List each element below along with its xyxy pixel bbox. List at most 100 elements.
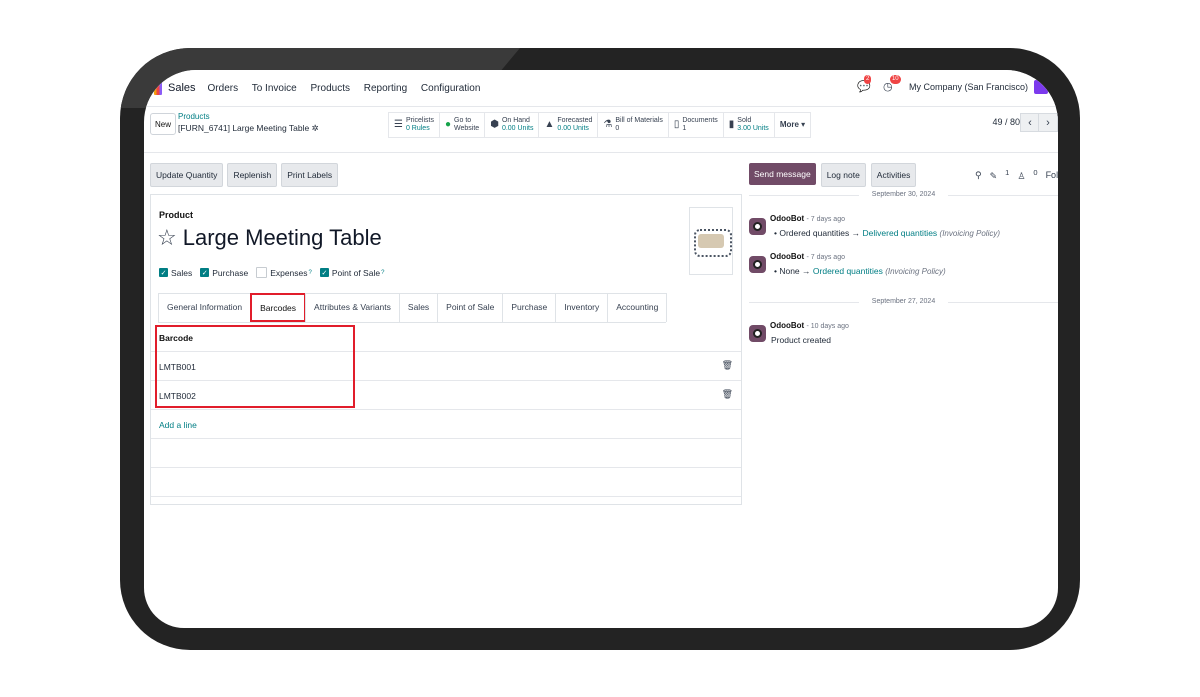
breadcrumb-products[interactable]: Products [178, 112, 210, 121]
attachment-button[interactable]: ✎ 1 [990, 168, 1010, 182]
meeting-table-image [694, 229, 732, 257]
print-labels-button[interactable]: Print Labels [281, 163, 339, 187]
smart-button-website[interactable]: ● Go to Website [440, 113, 486, 137]
signal-icon: ▮ [728, 119, 735, 130]
log-note-button[interactable]: Log note [820, 163, 866, 187]
message-body: Product created [771, 335, 832, 345]
tab-purchase[interactable]: Purchase [502, 293, 557, 322]
checkbox-checked-icon[interactable]: ✓ [159, 268, 168, 277]
message-author: OdooBot - 7 days ago [770, 252, 845, 261]
smart-button-bom[interactable]: ⚗ Bill of Materials 0 [598, 113, 669, 137]
smart-label: Go to [454, 117, 472, 124]
menu-orders[interactable]: Orders [208, 83, 239, 94]
systray: 💬 2 ◷ 10 My Company (San Francisco) [857, 75, 1048, 94]
product-name-field[interactable]: Large Meeting Table [183, 225, 382, 251]
trash-icon[interactable]: 🗑 [722, 389, 733, 400]
help-tooltip-icon[interactable]: ? [381, 270, 384, 276]
tab-accounting[interactable]: Accounting [607, 293, 668, 322]
checkbox-unchecked-icon[interactable] [256, 267, 268, 278]
menu-to-invoice[interactable]: To Invoice [252, 83, 297, 94]
replenish-button[interactable]: Replenish [227, 163, 278, 187]
message-author: OdooBot - 10 days ago [770, 321, 849, 330]
pager-value[interactable]: 49 / 80 [992, 117, 1020, 127]
smart-button-forecasted[interactable]: ▲ Forecasted 0.00 Units [539, 113, 599, 137]
tracked-field: (Invoicing Policy) [939, 229, 1001, 238]
date-separator: September 27, 2024 [749, 298, 1058, 305]
activities-button[interactable]: Activities [870, 163, 917, 187]
user-avatar[interactable] [1034, 80, 1048, 94]
favorite-star-icon[interactable]: ☆ [157, 225, 177, 251]
pager-next-icon[interactable]: › [1038, 113, 1058, 132]
menu-configuration[interactable]: Configuration [421, 83, 480, 94]
tab-general-information[interactable]: General Information [158, 293, 252, 322]
highlight-barcodes-box [155, 325, 355, 408]
messages-button[interactable]: 💬 2 [857, 75, 873, 94]
search-icon[interactable]: ⚲ [975, 170, 982, 181]
more-button[interactable]: More ▾ [775, 113, 810, 137]
author-name[interactable]: OdooBot [770, 321, 804, 330]
can-be-expensed-checkbox[interactable]: Expenses ? [256, 267, 312, 278]
trash-icon[interactable]: 🗑 [722, 360, 733, 371]
old-value: Ordered quantities [779, 228, 850, 238]
menu-reporting[interactable]: Reporting [364, 83, 407, 94]
tab-point-of-sale[interactable]: Point of Sale [437, 293, 504, 322]
tab-inventory[interactable]: Inventory [555, 293, 609, 322]
followers-button[interactable]: ♙ 0 [1017, 168, 1037, 182]
tab-sales[interactable]: Sales [398, 293, 439, 322]
message-time: - 10 days ago [806, 323, 849, 330]
smart-value: 0.00 Units [557, 125, 589, 132]
app-name[interactable]: Sales [168, 82, 196, 94]
smart-label: On Hand [501, 117, 530, 124]
smart-button-documents[interactable]: ▯ Documents 1 [669, 113, 724, 137]
odoobot-avatar [749, 218, 766, 235]
checkbox-label: Sales [171, 267, 193, 278]
pager-previous-icon[interactable]: ‹ [1020, 113, 1040, 132]
gear-icon[interactable]: ✲ [312, 123, 319, 133]
can-be-purchased-checkbox[interactable]: ✓ Purchase [200, 268, 248, 278]
update-quantity-button[interactable]: Update Quantity [150, 163, 224, 187]
smart-buttons: ☰ Pricelists 0 Rules ● Go to Website ⬢ On … [388, 112, 812, 138]
new-value: Ordered quantities [812, 266, 883, 276]
tab-barcodes[interactable]: Barcodes [250, 293, 307, 322]
available-in-pos-checkbox[interactable]: ✓ Point of Sale ? [319, 267, 384, 278]
add-line-button[interactable]: Add a line [159, 420, 197, 430]
follow-button[interactable]: Follow [1046, 170, 1058, 180]
new-value: Delivered quantities [862, 228, 938, 238]
message-time: - 7 days ago [806, 254, 845, 261]
checkbox-label: Purchase [212, 267, 249, 278]
smart-label: Sold [737, 117, 752, 124]
smart-button-on-hand[interactable]: ⬢ On Hand 0.00 Units [485, 113, 540, 137]
checkbox-label: Point of Sale [331, 267, 381, 278]
checkbox-checked-icon[interactable]: ✓ [319, 268, 329, 277]
smart-button-pricelists[interactable]: ☰ Pricelists 0 Rules [389, 113, 440, 137]
add-line-row: Add a line [151, 410, 741, 439]
app-logo-icon[interactable] [154, 81, 162, 95]
smart-button-sold[interactable]: ▮ Sold 3.00 Units [724, 113, 775, 137]
menu-products[interactable]: Products [311, 83, 350, 94]
activities-button[interactable]: ◷ 10 [883, 75, 901, 94]
can-be-sold-checkbox[interactable]: ✓ Sales [159, 268, 192, 278]
help-tooltip-icon[interactable]: ? [309, 270, 312, 276]
area-chart-icon: ▲ [544, 119, 555, 130]
file-icon: ▯ [673, 119, 680, 130]
flask-icon: ⚗ [603, 119, 613, 130]
followers-count: 0 [1033, 168, 1038, 177]
product-image[interactable] [689, 207, 733, 275]
tab-attributes-variants[interactable]: Attributes & Variants [305, 293, 400, 322]
list-icon: ☰ [394, 119, 403, 130]
product-options: ✓ Sales ✓ Purchase Expenses ? ✓ Point of… [159, 267, 392, 278]
company-switcher[interactable]: My Company (San Francisco) [909, 82, 1028, 92]
send-message-button[interactable]: Send message [749, 163, 816, 185]
odoobot-avatar [749, 325, 766, 342]
app-screen: Sales Orders To Invoice Products Reporti… [144, 70, 1058, 628]
empty-row [151, 468, 741, 497]
empty-row [151, 439, 741, 468]
author-name[interactable]: OdooBot [770, 214, 804, 223]
smart-label: Bill of Materials [615, 117, 663, 124]
checkbox-checked-icon[interactable]: ✓ [200, 268, 210, 277]
record-name: [FURN_6741] Large Meeting Table [178, 123, 310, 133]
globe-icon: ● [444, 119, 452, 130]
new-button[interactable]: New [150, 113, 176, 135]
author-name[interactable]: OdooBot [770, 252, 804, 261]
paperclip-icon: ✎ [989, 171, 998, 181]
